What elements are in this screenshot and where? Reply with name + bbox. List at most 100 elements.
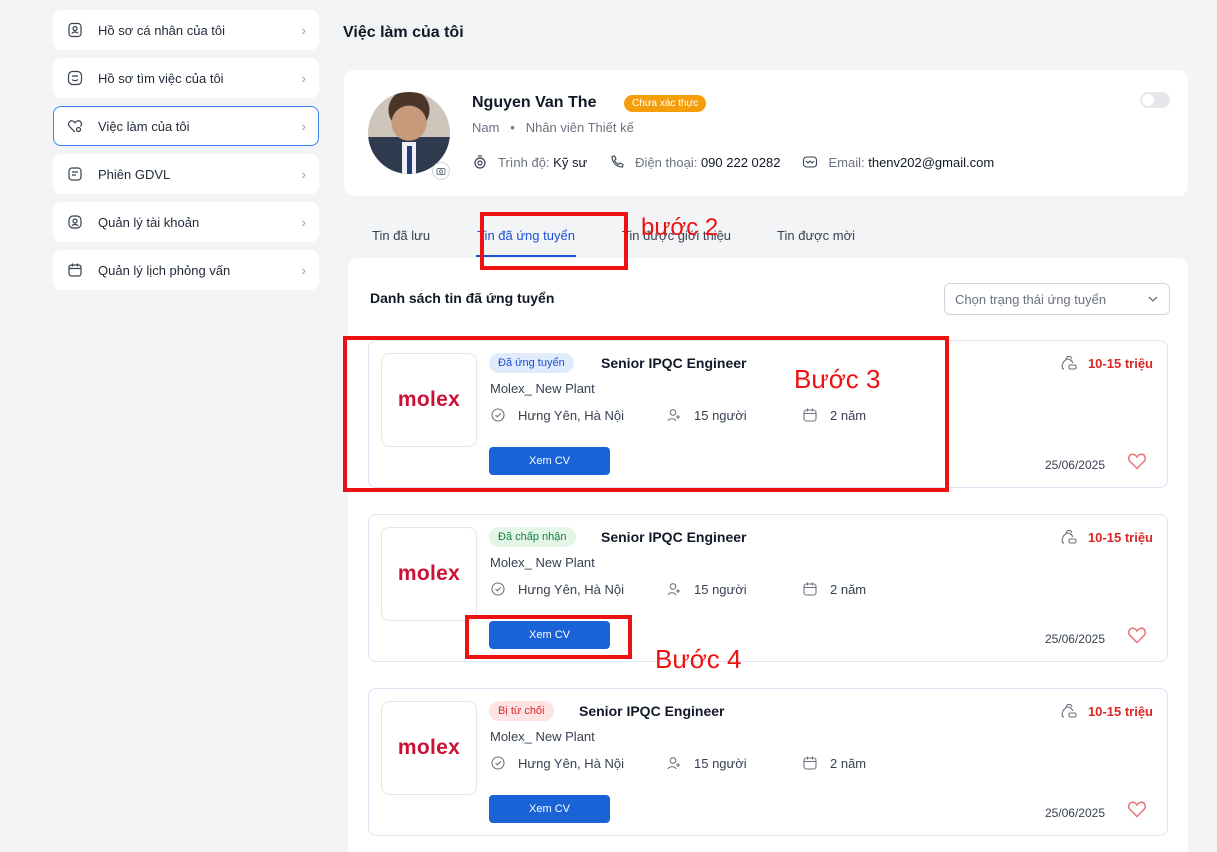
heart-icon[interactable] xyxy=(1127,626,1147,644)
money-bag-icon xyxy=(1061,703,1077,718)
camera-icon[interactable] xyxy=(432,162,450,180)
profile-phone: Điện thoại: 090 222 0282 xyxy=(609,154,780,170)
chevron-right-icon: › xyxy=(301,214,306,230)
chevron-down-icon xyxy=(1148,296,1158,302)
salary-text: 10-15 triệu xyxy=(1087,529,1153,545)
sidebar-item-label: Hồ sơ cá nhân của tôi xyxy=(98,22,226,38)
sidebar-item-label: Hồ sơ tìm việc của tôi xyxy=(98,70,224,86)
heart-icon[interactable] xyxy=(1127,452,1147,470)
chevron-right-icon: › xyxy=(301,262,306,278)
location-check-icon xyxy=(491,582,505,596)
sidebar-item-account[interactable]: Quản lý tài khoản › xyxy=(53,202,319,242)
sidebar: Hồ sơ cá nhân của tôi › Hồ sơ tìm việc c… xyxy=(53,10,319,298)
status-badge: Bị từ chối xyxy=(489,701,554,721)
salary: 10-15 triệu xyxy=(1060,529,1153,545)
education-icon xyxy=(474,155,486,169)
view-cv-button[interactable]: Xem CV xyxy=(489,795,610,823)
email-icon xyxy=(803,156,818,168)
education-label: Trình độ: xyxy=(498,154,550,170)
applied-date: 25/06/2025 xyxy=(1044,458,1105,472)
company-logo: molex xyxy=(381,701,477,795)
heart-search-icon xyxy=(66,117,84,135)
location-check-icon xyxy=(491,756,505,770)
sidebar-item-label: Việc làm của tôi xyxy=(98,118,190,134)
list-title: Danh sách tin đã ứng tuyển xyxy=(370,290,555,306)
chevron-right-icon: › xyxy=(301,70,306,86)
page-title: Việc làm của tôi xyxy=(343,24,464,41)
salary: 10-15 triệu xyxy=(1060,355,1153,371)
headcount-text: 15 người xyxy=(694,755,747,771)
status-filter-select[interactable]: Chọn trạng thái ứng tuyển xyxy=(944,283,1170,315)
money-bag-icon xyxy=(1061,355,1077,370)
sidebar-item-interview-schedule[interactable]: Quản lý lịch phỏng vấn › xyxy=(53,250,319,290)
chevron-right-icon: › xyxy=(301,166,306,182)
job-location: Hưng Yên, Hà Nội xyxy=(490,581,666,597)
chevron-right-icon: › xyxy=(301,22,306,38)
sidebar-item-job-profile[interactable]: Hồ sơ tìm việc của tôi › xyxy=(53,58,319,98)
profile-subtitle: Nam • Nhân viên Thiết kế xyxy=(472,120,634,135)
job-headcount: 15 người xyxy=(666,755,802,771)
company-name: Molex_ New Plant xyxy=(490,729,595,744)
annotation-step2: bước 2 xyxy=(641,214,719,241)
profile-info-row: Trình độ: Kỹ sư Điện thoại: 090 222 0282… xyxy=(472,154,1016,170)
applied-date: 25/06/2025 xyxy=(1044,806,1105,820)
company-name: Molex_ New Plant xyxy=(490,555,595,570)
job-location: Hưng Yên, Hà Nội xyxy=(490,755,666,771)
calendar-icon xyxy=(66,261,84,279)
job-card[interactable]: molex Bị từ chối Senior IPQC Engineer Mo… xyxy=(368,688,1168,836)
resume-icon xyxy=(66,69,84,87)
profile-icon xyxy=(66,21,84,39)
tab-saved[interactable]: Tin đã lưu xyxy=(372,228,430,257)
job-title[interactable]: Senior IPQC Engineer xyxy=(579,703,724,719)
profile-card: Nguyen Van The Chưa xác thực Nam • Nhân … xyxy=(344,70,1188,196)
job-title[interactable]: Senior IPQC Engineer xyxy=(601,529,746,545)
sidebar-item-personal-profile[interactable]: Hồ sơ cá nhân của tôi › xyxy=(53,10,319,50)
location-text: Hưng Yên, Hà Nội xyxy=(518,581,625,597)
annotation-step3: Bước 3 xyxy=(794,364,881,394)
headcount-text: 15 người xyxy=(694,581,747,597)
applied-date: 25/06/2025 xyxy=(1044,632,1105,646)
sidebar-item-session[interactable]: Phiên GDVL › xyxy=(53,154,319,194)
annotation-step4: Bước 4 xyxy=(655,644,742,674)
annotation-box-step2 xyxy=(480,212,628,270)
phone-icon xyxy=(611,155,624,168)
sidebar-item-my-jobs[interactable]: Việc làm của tôi › xyxy=(53,106,319,146)
status-filter-placeholder: Chọn trạng thái ứng tuyển xyxy=(955,291,1107,307)
annotation-box-step4 xyxy=(465,615,632,659)
profile-name: Nguyen Van The xyxy=(472,94,597,111)
status-badge: Đã chấp nhận xyxy=(489,527,576,547)
email-label: Email: xyxy=(828,154,865,170)
account-icon xyxy=(66,213,84,231)
session-icon xyxy=(66,165,84,183)
profile-gender: Nam xyxy=(472,120,500,135)
company-logo: molex xyxy=(381,527,477,621)
phone-label: Điện thoại: xyxy=(635,154,698,170)
calendar-icon xyxy=(803,756,817,770)
salary: 10-15 triệu xyxy=(1060,703,1153,719)
heart-icon[interactable] xyxy=(1127,800,1147,818)
job-meta: Hưng Yên, Hà Nội 15 người 2 năm xyxy=(490,755,866,771)
sidebar-item-label: Phiên GDVL xyxy=(98,166,171,182)
profile-visibility-toggle[interactable] xyxy=(1140,92,1170,108)
calendar-icon xyxy=(803,582,817,596)
experience-text: 2 năm xyxy=(830,581,867,597)
chevron-right-icon: › xyxy=(301,118,306,134)
user-add-icon xyxy=(667,583,680,596)
job-experience: 2 năm xyxy=(802,755,866,771)
email-value: thenv202@gmail.com xyxy=(868,154,995,170)
job-headcount: 15 người xyxy=(666,581,802,597)
phone-value: 090 222 0282 xyxy=(700,154,781,170)
profile-position: Nhân viên Thiết kế xyxy=(525,120,634,135)
experience-text: 2 năm xyxy=(830,755,867,771)
salary-text: 10-15 triệu xyxy=(1087,703,1153,719)
salary-text: 10-15 triệu xyxy=(1087,355,1153,371)
profile-education: Trình độ: Kỹ sư xyxy=(472,154,587,170)
profile-email: Email: thenv202@gmail.com xyxy=(802,154,994,170)
job-experience: 2 năm xyxy=(802,581,866,597)
job-meta: Hưng Yên, Hà Nội 15 người 2 năm xyxy=(490,581,866,597)
sidebar-item-label: Quản lý tài khoản xyxy=(98,214,200,230)
tab-invited[interactable]: Tin được mời xyxy=(777,228,855,257)
sidebar-item-label: Quản lý lịch phỏng vấn xyxy=(98,262,231,278)
separator-dot: • xyxy=(503,120,523,135)
money-bag-icon xyxy=(1061,529,1077,544)
